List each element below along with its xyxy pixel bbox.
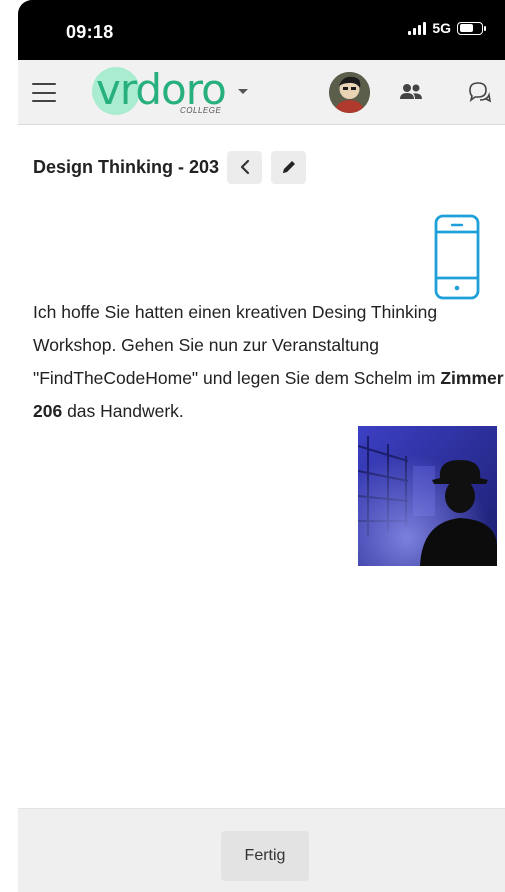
status-bar: 09:18 5G (18, 0, 505, 60)
status-time: 09:18 (66, 22, 114, 42)
avatar[interactable] (329, 72, 370, 113)
content-text-part1: Ich hoffe Sie hatten einen kreativen Des… (33, 302, 441, 388)
menu-icon[interactable] (32, 83, 56, 102)
network-label: 5G (432, 20, 451, 36)
footer: Fertig (18, 808, 505, 892)
content-text: Ich hoffe Sie hatten einen kreativen Des… (33, 296, 505, 428)
people-icon[interactable] (398, 82, 424, 102)
pencil-icon (282, 161, 295, 173)
back-button[interactable] (227, 150, 263, 184)
signal-icon (408, 21, 427, 35)
chat-icon[interactable] (466, 80, 492, 104)
done-button[interactable]: Fertig (221, 831, 309, 881)
edit-button[interactable] (271, 150, 307, 184)
caret-down-icon (238, 89, 248, 94)
logo-subtext: COLLEGE (180, 106, 222, 115)
content-text-part2: das Handwerk. (62, 401, 184, 421)
title-row: Design Thinking - 203 (33, 150, 307, 184)
villain-image (358, 426, 497, 566)
smartphone-icon (434, 214, 480, 300)
status-indicators: 5G (408, 20, 486, 36)
app-header: vrdoro COLLEGE (18, 60, 505, 125)
app-logo[interactable]: vrdoro COLLEGE (88, 66, 248, 122)
page-title: Design Thinking - 203 (33, 156, 220, 177)
chevron-left-icon (240, 159, 249, 175)
battery-icon (457, 21, 486, 35)
